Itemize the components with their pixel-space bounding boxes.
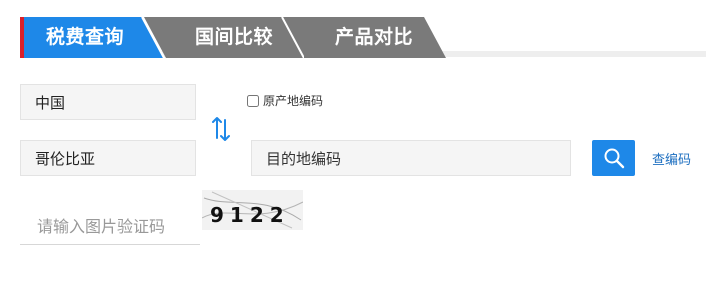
lookup-code-link[interactable]: 查编码 bbox=[652, 149, 691, 168]
destination-country-value: 哥伦比亚 bbox=[35, 149, 96, 168]
tab-bar: 产品对比 国间比较 税费查询 bbox=[0, 0, 706, 60]
search-button[interactable] bbox=[592, 140, 635, 176]
tab-product-compare[interactable]: 产品对比 bbox=[282, 17, 446, 58]
destination-country-field[interactable]: 哥伦比亚 bbox=[20, 140, 196, 176]
destination-code-placeholder: 目的地编码 bbox=[266, 149, 342, 168]
tab-divider bbox=[281, 17, 304, 58]
swap-arrows-icon[interactable] bbox=[210, 116, 232, 142]
captcha-image[interactable]: 9122 bbox=[202, 190, 303, 230]
search-icon bbox=[604, 148, 624, 169]
captcha-placeholder: 请输入图片验证码 bbox=[37, 216, 166, 236]
destination-code-input[interactable]: 目的地编码 bbox=[251, 140, 571, 176]
tab-divider bbox=[141, 17, 164, 58]
tab-active-marker bbox=[20, 17, 24, 58]
origin-code-checkbox[interactable] bbox=[247, 94, 259, 107]
origin-country-field[interactable]: 中国 bbox=[20, 84, 196, 120]
captcha-input[interactable]: 请输入图片验证码 bbox=[20, 205, 200, 245]
origin-code-option[interactable]: 原产地编码 bbox=[247, 92, 323, 109]
origin-country-value: 中国 bbox=[35, 93, 66, 112]
origin-code-label: 原产地编码 bbox=[263, 94, 324, 108]
captcha-text: 9122 bbox=[210, 203, 290, 227]
